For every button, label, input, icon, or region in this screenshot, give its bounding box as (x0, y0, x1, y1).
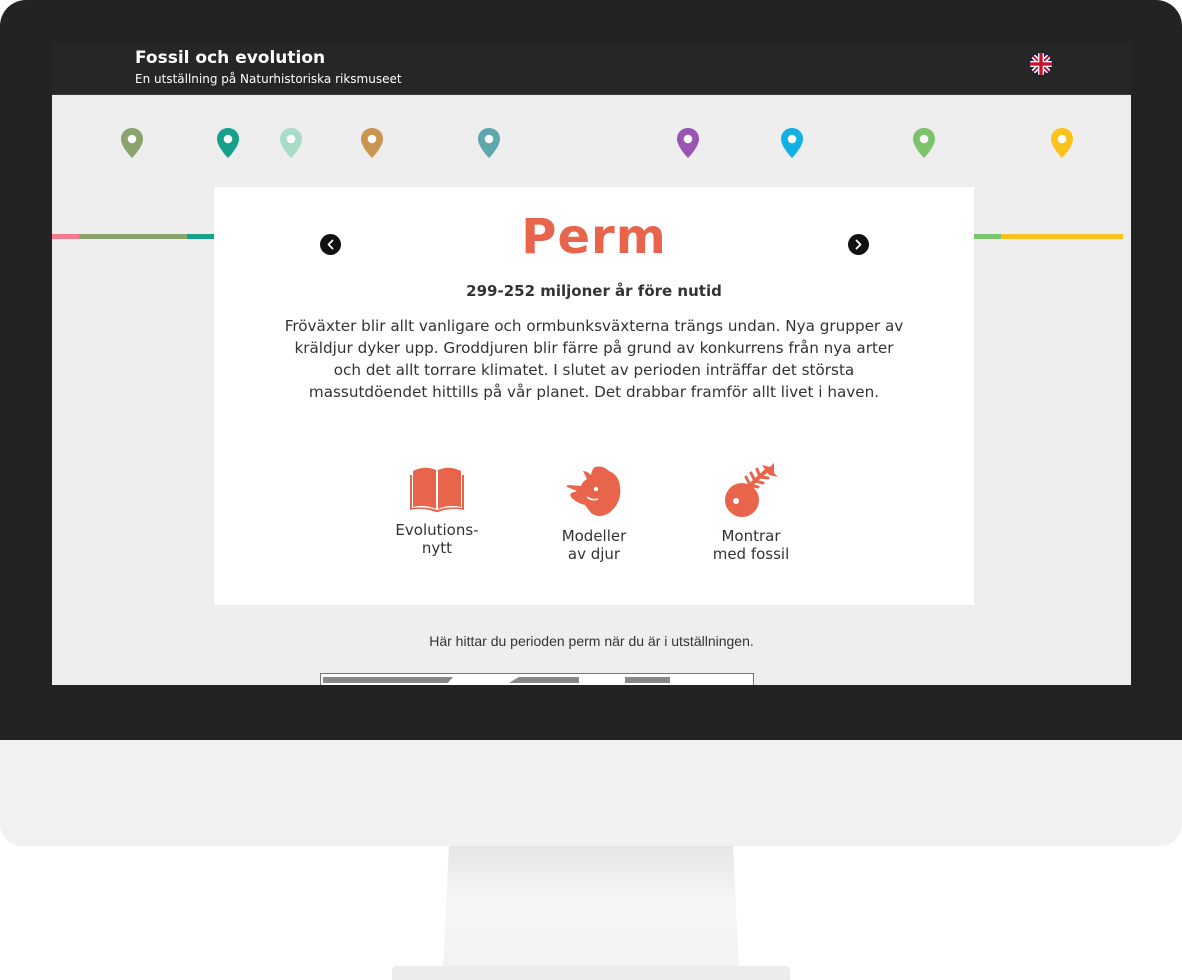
feature-modeller[interactable]: Modeller av djur (529, 463, 659, 563)
map-pin-icon (217, 128, 239, 158)
map-pin-icon (913, 128, 935, 158)
timeline-pin-8[interactable] (912, 127, 936, 159)
map-room-highlighted (625, 677, 670, 683)
map-room (323, 677, 453, 683)
timeline-pin-1[interactable] (120, 127, 144, 159)
triceratops-icon (566, 466, 621, 516)
feature-montrar[interactable]: Montrar med fossil (686, 463, 816, 563)
timeline-pin-3[interactable] (279, 127, 303, 159)
period-timeline (52, 95, 1131, 249)
monitor-chin (0, 740, 1182, 846)
timeline-pin-5[interactable] (477, 127, 501, 159)
map-pin-icon (361, 128, 383, 158)
timeline-pin-6[interactable] (676, 127, 700, 159)
period-description: Fröväxter blir allt vanligare och ormbun… (284, 317, 904, 401)
map-pin-icon (280, 128, 302, 158)
timeline-pin-9[interactable] (1050, 127, 1074, 159)
fish-fossil-icon (725, 463, 778, 517)
feature-label-line2: av djur (567, 545, 621, 563)
map-pin-icon (1051, 128, 1073, 158)
site-title[interactable]: Fossil och evolution (135, 48, 325, 68)
timeline-segment-1[interactable] (52, 234, 79, 239)
timeline-segment-11[interactable] (1001, 234, 1123, 239)
period-dates: 299-252 miljoner år före nutid (466, 282, 722, 300)
book-icon (410, 467, 464, 512)
feature-label-line1: Montrar (721, 527, 781, 545)
map-pin-icon (677, 128, 699, 158)
feature-label-line2: med fossil (712, 545, 790, 563)
map-pin-icon (781, 128, 803, 158)
timeline-pin-4[interactable] (360, 127, 384, 159)
map-pin-icon (121, 128, 143, 158)
exhibition-floor-map (320, 673, 754, 685)
uk-flag-icon[interactable] (1030, 53, 1052, 75)
feature-label-line1: Evolutions- (395, 521, 479, 539)
site-header: Fossil och evolution En utställning på N… (52, 43, 1131, 95)
period-card: Perm 299-252 miljoner år före nutid Fröv… (214, 187, 974, 605)
timeline-segment-2[interactable] (79, 234, 187, 239)
timeline-pin-2[interactable] (216, 127, 240, 159)
location-text: Här hittar du perioden perm när du är i … (429, 633, 754, 649)
feature-label-line2: nytt (421, 539, 453, 557)
site-subtitle: En utställning på Naturhistoriska riksmu… (135, 72, 402, 86)
screen: Fossil och evolution En utställning på N… (52, 43, 1131, 685)
feature-label-line1: Modeller (561, 527, 627, 545)
map-pin-icon (478, 128, 500, 158)
timeline-pin-7[interactable] (780, 127, 804, 159)
feature-evolutionsnytt[interactable]: Evolutions- nytt (372, 463, 502, 557)
monitor-base (392, 966, 790, 980)
map-room (509, 677, 579, 683)
monitor-stand (443, 846, 739, 970)
period-title: Perm (521, 209, 667, 265)
